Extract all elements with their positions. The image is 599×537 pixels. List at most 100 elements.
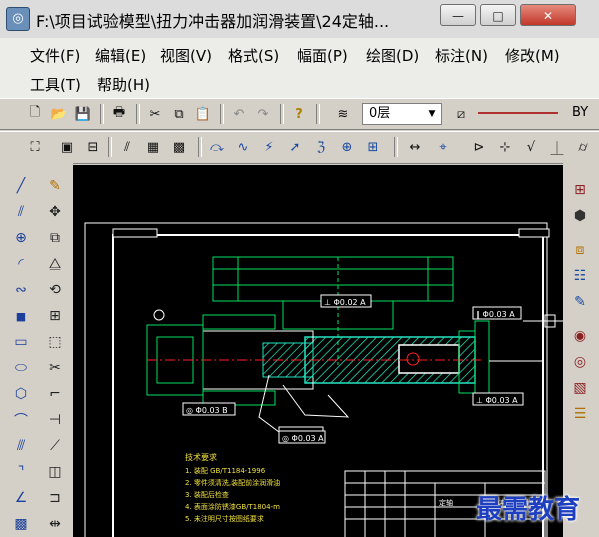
wave-line-icon[interactable]: ∿ — [232, 136, 254, 158]
chevron-down-icon: ▼ — [428, 109, 436, 119]
section-view-icon[interactable]: ◎ — [569, 351, 591, 373]
drawing-svg: ⊥ Φ0.02 A ∥ Φ0.03 A ◎ Φ0.03 B ⊥ Φ0.03 A … — [84, 222, 563, 537]
angle-dim-icon[interactable]: ⊳ — [468, 136, 490, 158]
line-icon[interactable]: ╱ — [10, 175, 32, 197]
parallel-line-icon[interactable]: ⫽ — [10, 201, 32, 223]
redo-icon[interactable]: ↷ — [252, 103, 274, 125]
app-icon[interactable]: ◎ — [6, 7, 30, 31]
array-icon[interactable]: ⊞ — [44, 305, 66, 327]
offset-icon[interactable]: ⫻ — [10, 435, 32, 457]
zoom-window-icon[interactable]: ▣ — [56, 136, 78, 158]
linetype-icon[interactable]: ⧄ — [450, 103, 472, 125]
corner-line-icon[interactable]: ⌝ — [10, 461, 32, 483]
view-3d-icon[interactable]: ◉ — [569, 325, 591, 347]
weld-icon[interactable]: ⊹ — [494, 136, 516, 158]
layer-icon[interactable]: ≋ — [332, 103, 354, 125]
spline-icon[interactable]: ℨ — [310, 136, 332, 158]
menu-tools[interactable]: 工具(T) — [30, 74, 81, 95]
fillet-icon[interactable]: ⌐ — [44, 383, 66, 405]
hatch-pattern-icon[interactable]: ▩ — [10, 513, 32, 535]
callout-label: ◎ Φ0.03 A — [282, 434, 324, 443]
close-button[interactable]: ✕ — [520, 4, 576, 26]
break-line-icon[interactable]: ⚡ — [258, 136, 280, 158]
minimize-button[interactable]: — — [440, 4, 476, 26]
menu-page[interactable]: 幅面(P) — [297, 45, 348, 66]
bearing-icon[interactable]: ⊕ — [336, 136, 358, 158]
chamfer-icon[interactable]: ◫ — [44, 461, 66, 483]
title-block-label: 定轴 — [439, 498, 453, 507]
menu-draw[interactable]: 绘图(D) — [366, 45, 419, 66]
right-toolbar: ⊞ ⬢ ⧈ ☷ ✎ ◉ ◎ ▧ ☰ — [563, 163, 599, 537]
attributes-icon[interactable]: ✎ — [569, 291, 591, 313]
shaft-bore — [398, 344, 460, 374]
cut-icon[interactable]: ✂ — [144, 103, 166, 125]
bend-line-icon[interactable]: ⤼ — [206, 136, 228, 158]
datum-icon[interactable]: ⏊ — [546, 136, 568, 158]
arc-icon[interactable]: ◜ — [10, 253, 32, 275]
new-file-icon[interactable]: 🗋 — [24, 103, 46, 125]
library-icon[interactable]: ⧈ — [569, 239, 591, 261]
layer-select[interactable]: 0层 ▼ — [362, 103, 442, 125]
properties-icon[interactable]: ☷ — [569, 265, 591, 287]
linetype-select[interactable]: BY — [476, 103, 594, 125]
title-bar: ◎ F:\项目试验模型\扭力冲击器加润滑装置\24定轴... — □ ✕ — [0, 0, 599, 39]
break-icon[interactable]: ⟋ — [44, 435, 66, 457]
tolerance-icon[interactable]: ⌭ — [572, 136, 594, 158]
print-icon[interactable]: 🖶 — [108, 103, 130, 125]
block-create-icon[interactable]: ⬢ — [569, 205, 591, 227]
roughness-icon[interactable]: √ — [520, 136, 542, 158]
layer-value: 0层 — [369, 106, 391, 121]
copy-icon[interactable]: ⧉ — [168, 103, 190, 125]
detail-view-icon[interactable]: ▧ — [569, 377, 591, 399]
centerline-icon[interactable]: ⊞ — [362, 136, 384, 158]
paste-icon[interactable]: 📋 — [192, 103, 214, 125]
drawing-canvas[interactable]: ⊥ Φ0.02 A ∥ Φ0.03 A ◎ Φ0.03 B ⊥ Φ0.03 A … — [73, 165, 563, 537]
parts-list-icon[interactable]: ☰ — [569, 403, 591, 425]
open-folder-icon[interactable]: 📂 — [48, 103, 70, 125]
note-line: 2. 零件须清洗,装配前涂润滑油 — [185, 478, 280, 487]
arrow-icon[interactable]: ➚ — [284, 136, 306, 158]
menu-dimension[interactable]: 标注(N) — [435, 45, 488, 66]
undo-icon[interactable]: ↶ — [228, 103, 250, 125]
mirror-icon[interactable]: ⧋ — [44, 253, 66, 275]
zoom-all-icon[interactable]: ⛶ — [24, 136, 46, 158]
ellipse-icon[interactable]: ⬭ — [10, 357, 32, 379]
explode-icon[interactable]: ⇹ — [44, 513, 66, 535]
hatch-icon[interactable]: ✎ — [44, 175, 66, 197]
image-icon[interactable]: ▩ — [168, 136, 190, 158]
trim-icon[interactable]: ✂ — [44, 357, 66, 379]
move-icon[interactable]: ✥ — [44, 201, 66, 223]
note-line: 1. 装配 GB/T1184-1996 — [185, 466, 266, 475]
rectangle-icon[interactable]: ▭ — [10, 331, 32, 353]
menu-edit[interactable]: 编辑(E) — [95, 45, 146, 66]
dimension-style-icon[interactable]: ⫽ — [116, 136, 138, 158]
extend-icon[interactable]: ⊣ — [44, 409, 66, 431]
coordinate-dim-icon[interactable]: ⌖ — [432, 136, 454, 158]
scale-icon[interactable]: ⬚ — [44, 331, 66, 353]
copy-entity-icon[interactable]: ⧉ — [44, 227, 66, 249]
toolbar-separator — [108, 137, 112, 157]
edit-toolbar: ⛶ ▣ ⊟ ⫽ ▦ ▩ ⤼ ∿ ⚡ ➚ ℨ ⊕ ⊞ ↔ ⌖ ⊳ ⊹ √ ⏊ ⌭ — [0, 131, 599, 164]
zoom-previous-icon[interactable]: ⊟ — [82, 136, 104, 158]
circle-icon[interactable]: ⊕ — [10, 227, 32, 249]
rotate-icon[interactable]: ⟲ — [44, 279, 66, 301]
menu-view[interactable]: 视图(V) — [160, 45, 212, 66]
spline-curve-icon[interactable]: ∾ — [10, 279, 32, 301]
polyline-icon[interactable]: ⌒ — [10, 409, 32, 431]
polygon-icon[interactable]: ⬡ — [10, 383, 32, 405]
point-icon[interactable]: ■ — [10, 305, 32, 327]
menu-file[interactable]: 文件(F) — [30, 45, 80, 66]
angle-line-icon[interactable]: ∠ — [10, 487, 32, 509]
toolbar-separator — [220, 104, 224, 124]
callout-label: ∥ Φ0.03 A — [476, 310, 515, 319]
maximize-button[interactable]: □ — [480, 4, 516, 26]
menu-help[interactable]: 帮助(H) — [97, 74, 150, 95]
save-icon[interactable]: 💾 — [72, 103, 94, 125]
block-insert-icon[interactable]: ⊞ — [569, 179, 591, 201]
help-icon[interactable]: ? — [288, 103, 310, 125]
table-icon[interactable]: ▦ — [142, 136, 164, 158]
menu-format[interactable]: 格式(S) — [228, 45, 279, 66]
menu-modify[interactable]: 修改(M) — [505, 45, 560, 66]
stretch-icon[interactable]: ⊐ — [44, 487, 66, 509]
linear-dim-icon[interactable]: ↔ — [404, 136, 426, 158]
